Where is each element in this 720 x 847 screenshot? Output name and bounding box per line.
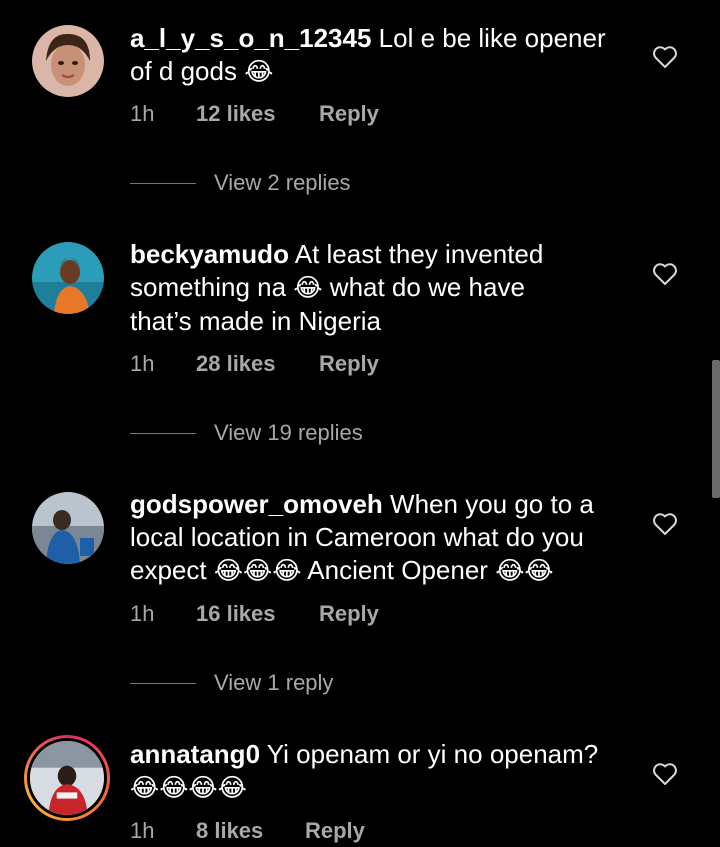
comment-text: annatang0 Yi openam or yi no openam? 😂😂😂…	[130, 739, 599, 802]
timestamp: 1h	[130, 101, 155, 126]
likes-count[interactable]: 8 likes	[196, 818, 305, 844]
divider-line	[130, 432, 196, 434]
heart-icon[interactable]	[652, 45, 678, 69]
reply-button[interactable]: Reply	[305, 818, 365, 844]
timestamp: 1h	[130, 601, 155, 626]
likes-count[interactable]: 28 likes	[196, 351, 319, 377]
username[interactable]: godspower_omoveh	[130, 489, 383, 519]
scrollbar[interactable]	[712, 360, 720, 498]
likes-count[interactable]: 16 likes	[196, 601, 319, 627]
heart-icon[interactable]	[652, 762, 678, 786]
heart-icon[interactable]	[652, 512, 678, 536]
likes-count[interactable]: 12 likes	[196, 101, 319, 127]
laughing-emoji: 😂😂😂	[213, 557, 302, 585]
username[interactable]: annatang0	[130, 739, 260, 769]
comment-text: a_l_y_s_o_n_12345 Lol e be like opener o…	[130, 23, 606, 86]
view-replies-button[interactable]: View 19 replies	[130, 420, 363, 446]
heart-icon[interactable]	[652, 262, 678, 286]
laughing-emoji: 😂😂😂😂	[130, 774, 247, 802]
comment-text: beckyamudo At least they invented someth…	[130, 239, 544, 336]
reply-button[interactable]: Reply	[319, 101, 379, 127]
comment-meta: 1h 28 likes Reply	[130, 351, 379, 377]
comment-text: godspower_omoveh When you go to a local …	[130, 489, 594, 585]
laughing-emoji: 😂😂	[495, 557, 554, 585]
timestamp: 1h	[130, 351, 155, 376]
laughing-emoji: 😂	[293, 274, 323, 302]
username[interactable]: beckyamudo	[130, 239, 289, 269]
reply-button[interactable]: Reply	[319, 601, 379, 627]
avatar[interactable]	[32, 492, 104, 564]
avatar[interactable]	[32, 242, 104, 314]
divider-line	[130, 682, 196, 684]
comment-meta: 1h 16 likes Reply	[130, 601, 379, 627]
avatar-story-ring[interactable]	[24, 735, 110, 821]
comment-meta: 1h 12 likes Reply	[130, 101, 379, 127]
laughing-emoji: 😂	[244, 58, 274, 86]
comment-meta: 1h 8 likes Reply	[130, 818, 365, 844]
reply-button[interactable]: Reply	[319, 351, 379, 377]
view-replies-button[interactable]: View 2 replies	[130, 170, 351, 196]
avatar[interactable]	[32, 25, 104, 97]
divider-line	[130, 182, 196, 184]
avatar	[27, 738, 107, 818]
timestamp: 1h	[130, 818, 155, 843]
view-replies-button[interactable]: View 1 reply	[130, 670, 333, 696]
username[interactable]: a_l_y_s_o_n_12345	[130, 23, 371, 53]
